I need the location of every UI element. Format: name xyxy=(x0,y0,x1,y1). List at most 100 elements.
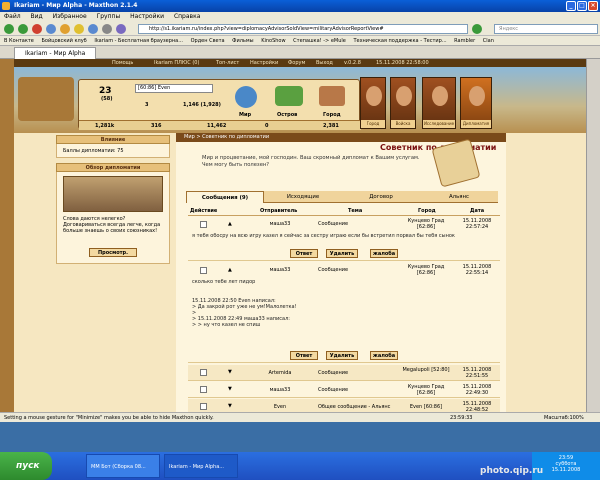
sulfur-value: 2,381 xyxy=(323,123,339,129)
search-input[interactable]: Яндекс xyxy=(494,24,598,34)
ship-icon xyxy=(18,77,74,121)
table-row[interactable]: ▼ Artemida Сообщение Megalupoli [52:80] … xyxy=(188,365,500,381)
fav-fightclub[interactable]: Бойцовский клуб xyxy=(41,38,86,44)
expand-arrow-icon[interactable]: ▼ xyxy=(228,369,232,375)
fav-films[interactable]: Фильмы xyxy=(232,38,253,44)
table-row[interactable]: ▼ маша33 Сообщение Кунцево Град [62:86] … xyxy=(188,382,500,398)
collapse-arrow-icon[interactable]: ▲ xyxy=(228,221,232,227)
delete-button[interactable]: Удалить xyxy=(326,351,358,360)
address-bar[interactable]: http://s1.ikariam.ru/index.php?view=dipl… xyxy=(138,24,468,34)
tab-alliance[interactable]: Альянс xyxy=(420,191,498,203)
reply-button[interactable]: Ответ xyxy=(290,351,318,360)
forward-icon[interactable] xyxy=(18,24,28,34)
expand-arrow-icon[interactable]: ▼ xyxy=(228,403,232,409)
nav-plus[interactable]: Ikariam ПЛЮС (0) xyxy=(154,59,199,67)
advisor-military[interactable]: Войска xyxy=(390,77,416,129)
town-view-label[interactable]: Город xyxy=(323,112,341,118)
row-sender[interactable]: Artemida xyxy=(250,370,310,376)
menu-groups[interactable]: Группы xyxy=(97,13,121,20)
town-view-icon[interactable] xyxy=(319,86,345,106)
delete-button[interactable]: Удалить xyxy=(326,249,358,258)
minimize-button[interactable]: _ xyxy=(566,1,576,11)
nav-help[interactable]: Помощь xyxy=(112,59,133,67)
advisor-research[interactable]: Исследование xyxy=(422,77,456,129)
row-sender[interactable]: маша33 xyxy=(250,387,310,393)
row-sender[interactable]: маша33 xyxy=(250,221,310,227)
population-sub: (58) xyxy=(101,96,113,102)
history-icon[interactable] xyxy=(88,24,98,34)
island-view-label[interactable]: Остров xyxy=(277,112,297,118)
table-row[interactable]: ▲ маша33 Сообщение Кунцево Град [62:86] … xyxy=(188,217,500,261)
city-select[interactable]: [60:86] Even xyxy=(135,84,213,93)
nav-forum[interactable]: Форум xyxy=(288,59,305,67)
row-city[interactable]: Кунцево Град [62:86] xyxy=(398,384,454,396)
back-icon[interactable] xyxy=(4,24,14,34)
status-bar: Setting a mouse gesture for "Minimize" m… xyxy=(0,412,600,422)
diplomacy-tabs: Сообщения (9) Исходящие Договор Альянс xyxy=(186,191,498,203)
row-sender[interactable]: маша33 xyxy=(250,267,310,273)
overview-box: Слова даются нелегко? Договариваться все… xyxy=(56,172,170,264)
island-view-icon[interactable] xyxy=(275,86,303,106)
nav-servertime: 15.11.2008 22:58:00 xyxy=(376,60,429,66)
row-checkbox[interactable] xyxy=(200,267,207,274)
task-ikariam[interactable]: Ikariam - Мир Alpha... xyxy=(164,454,238,478)
row-city[interactable]: Кунцево Град [62:86] xyxy=(398,264,454,276)
row-city[interactable]: Кунцево Град [62:86] xyxy=(398,218,454,230)
menu-settings[interactable]: Настройки xyxy=(130,13,164,20)
row-checkbox[interactable] xyxy=(200,369,207,376)
go-icon[interactable] xyxy=(472,24,482,34)
row-sender[interactable]: Even xyxy=(250,404,310,410)
fav-emule[interactable]: Степашка! -> eMule xyxy=(293,38,346,44)
row-city[interactable]: Even [60:86] xyxy=(398,404,454,410)
vertical-scrollbar[interactable] xyxy=(586,59,600,412)
fav-clan[interactable]: Clan xyxy=(483,38,494,44)
nav-top[interactable]: Топ-лист xyxy=(216,59,239,67)
view-button[interactable]: Просмотр. xyxy=(89,248,137,257)
fav-rambler[interactable]: Rambler xyxy=(454,38,475,44)
row-city[interactable]: Megalupoli [52:80] xyxy=(398,367,454,373)
tab-ikariam[interactable]: Ikariam - Мир Alpha xyxy=(14,47,96,59)
table-row[interactable]: ▼ Even Общее сообщение - Альянс Even [60… xyxy=(188,399,500,412)
ikariam-header: 23 (58) [60:86] Even 3 1,146 (1,928) Мир… xyxy=(14,67,586,133)
reply-button[interactable]: Ответ xyxy=(290,249,318,258)
tools-icon[interactable] xyxy=(116,24,126,34)
collapse-arrow-icon[interactable]: ▲ xyxy=(228,267,232,273)
advisor-military-label: Войска xyxy=(391,120,415,128)
report-button[interactable]: жалоба xyxy=(370,351,398,360)
favorites-icon[interactable] xyxy=(74,24,84,34)
row-checkbox[interactable] xyxy=(200,403,207,410)
col-action: Действие xyxy=(190,208,218,214)
task-mmbot[interactable]: ММ Бот (Сборка 08... xyxy=(86,454,160,478)
close-button[interactable]: × xyxy=(588,1,598,11)
tab-outbox[interactable]: Исходящие xyxy=(264,191,342,203)
world-view-icon[interactable] xyxy=(235,86,257,108)
maximize-button[interactable]: □ xyxy=(577,1,587,11)
fav-ikariam[interactable]: Ikariam - Бесплатная браузерна... xyxy=(94,38,183,44)
table-row[interactable]: ▲ маша33 Сообщение Кунцево Град [62:86] … xyxy=(188,263,500,363)
menu-favorites[interactable]: Избранное xyxy=(53,13,87,20)
stop-icon[interactable] xyxy=(32,24,42,34)
report-button[interactable]: жалоба xyxy=(370,249,398,258)
menu-help[interactable]: Справка xyxy=(174,13,200,20)
home-icon[interactable] xyxy=(60,24,70,34)
advisor-town[interactable]: Город xyxy=(360,77,386,129)
fav-vkontakte[interactable]: В Контакте xyxy=(4,38,34,44)
print-icon[interactable] xyxy=(102,24,112,34)
expand-arrow-icon[interactable]: ▼ xyxy=(228,386,232,392)
advisor-diplomacy[interactable]: Дипломатия xyxy=(460,77,492,129)
nav-settings[interactable]: Настройки xyxy=(250,59,278,67)
menu-file[interactable]: Файл xyxy=(4,13,21,20)
refresh-icon[interactable] xyxy=(46,24,56,34)
menu-view[interactable]: Вид xyxy=(31,13,43,20)
world-view-label[interactable]: Мир xyxy=(239,112,251,118)
tab-messages[interactable]: Сообщения (9) xyxy=(186,191,264,203)
fav-kinoshow[interactable]: KinoShow xyxy=(261,38,285,44)
fav-support[interactable]: Техническая поддержка - Тестир... xyxy=(353,38,446,44)
row-checkbox[interactable] xyxy=(200,221,207,228)
nav-logout[interactable]: Выход xyxy=(316,59,333,67)
right-column: Мир > Советник по дипломатии Советник по… xyxy=(176,133,506,412)
fav-order[interactable]: Орден Света xyxy=(191,38,225,44)
row-checkbox[interactable] xyxy=(200,386,207,393)
tab-treaty[interactable]: Договор xyxy=(342,191,420,203)
start-button[interactable]: пуск xyxy=(0,452,52,480)
